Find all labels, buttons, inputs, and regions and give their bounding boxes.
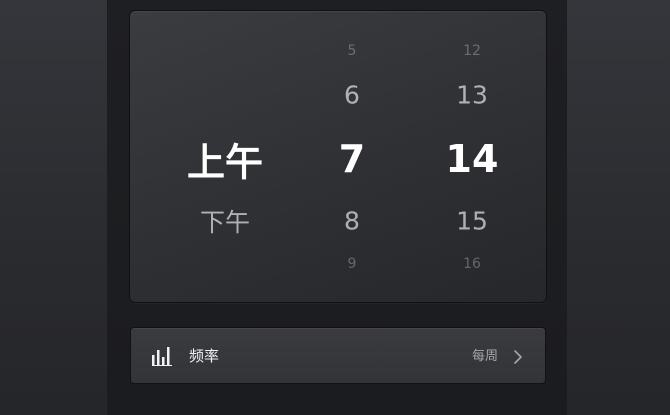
hour-wheel[interactable]: 5 6 7 8 9: [302, 11, 402, 302]
hour-option-minus-2[interactable]: 5: [302, 43, 402, 59]
bar-chart-icon: [152, 347, 172, 366]
hour-option-plus-2[interactable]: 9: [302, 256, 402, 272]
minute-wheel[interactable]: 12 13 14 15 16: [422, 11, 522, 302]
background-right-panel: [566, 0, 670, 415]
chevron-right-icon: [514, 350, 522, 364]
minute-option-minus-2[interactable]: 12: [422, 43, 522, 59]
frequency-value: 每周: [471, 349, 498, 364]
background-left-panel: [0, 0, 108, 415]
ampm-selected[interactable]: 上午: [160, 132, 290, 187]
frequency-label: 频率: [189, 347, 220, 365]
hour-option-minus-1[interactable]: 6: [302, 81, 402, 110]
hour-selected[interactable]: 7: [302, 137, 402, 181]
ampm-wheel[interactable]: 上午 下午: [160, 11, 290, 302]
frequency-row[interactable]: 频率 每周: [130, 327, 546, 384]
minute-option-plus-1[interactable]: 15: [422, 207, 522, 236]
time-picker[interactable]: 上午 下午 5 6 7 8 9 12 13 14 15 16: [129, 10, 547, 303]
hour-option-plus-1[interactable]: 8: [302, 207, 402, 236]
phone-screen: 上午 下午 5 6 7 8 9 12 13 14 15 16 频率 每周: [108, 0, 566, 415]
minute-option-minus-1[interactable]: 13: [422, 81, 522, 110]
minute-option-plus-2[interactable]: 16: [422, 256, 522, 272]
minute-selected[interactable]: 14: [422, 137, 522, 181]
ampm-option-next[interactable]: 下午: [160, 203, 290, 239]
